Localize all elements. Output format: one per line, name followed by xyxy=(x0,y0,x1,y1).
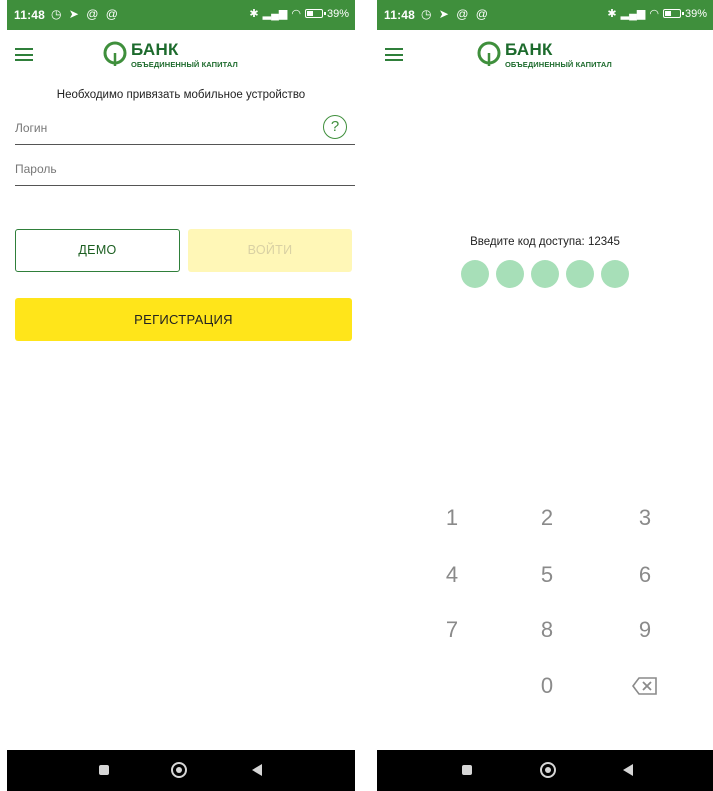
pin-indicator xyxy=(377,260,713,288)
wifi-icon: ◠ xyxy=(291,8,301,20)
pin-dot xyxy=(461,260,489,288)
battery-icon xyxy=(304,9,326,18)
battery-percent: 39% xyxy=(326,7,349,20)
circle-icon[interactable] xyxy=(540,762,556,778)
login-input[interactable] xyxy=(15,121,295,135)
bank-logo: БАНК ОБЪЕДИНЕННЫЙ КАПИТАЛ xyxy=(103,38,273,74)
app-header: БАНК ОБЪЕДИНЕННЫЙ КАПИТАЛ xyxy=(7,30,355,78)
backspace-icon xyxy=(632,677,657,695)
key-8[interactable]: 8 xyxy=(517,617,577,643)
square-icon[interactable] xyxy=(462,765,472,775)
demo-button[interactable]: ДЕМО xyxy=(15,229,180,272)
key-3[interactable]: 3 xyxy=(615,505,675,531)
navigation-bar xyxy=(7,750,355,791)
backspace-key[interactable] xyxy=(615,675,675,701)
triangle-icon[interactable] xyxy=(252,764,262,776)
pin-dot xyxy=(496,260,524,288)
tree-logo-icon xyxy=(103,41,127,66)
bank-logo: БАНК ОБЪЕДИНЕННЫЙ КАПИТАЛ xyxy=(477,38,647,74)
bind-device-notice: Необходимо привязать мобильное устройств… xyxy=(56,89,306,101)
triangle-icon[interactable] xyxy=(623,764,633,776)
question-icon[interactable]: ? xyxy=(323,115,347,139)
key-1[interactable]: 1 xyxy=(422,505,482,531)
hamburger-icon[interactable] xyxy=(15,48,33,61)
brand-name: БАНК xyxy=(131,40,179,59)
status-time: 11:48 xyxy=(14,8,46,22)
key-5[interactable]: 5 xyxy=(517,562,577,588)
signal-icon: ▂▄▆ xyxy=(262,8,288,20)
signal-icon: ▂▄▆ xyxy=(620,8,646,20)
notification-icons: ◷ ➤ @ @ xyxy=(421,7,490,21)
password-input[interactable] xyxy=(15,162,295,176)
status-time: 11:48 xyxy=(384,8,416,22)
password-field[interactable] xyxy=(15,156,355,186)
battery-percent: 39% xyxy=(684,7,707,20)
access-code-prompt: Введите код доступа: 12345 xyxy=(470,236,620,248)
square-icon[interactable] xyxy=(99,765,109,775)
bluetooth-icon: ✱ xyxy=(607,8,617,20)
key-0[interactable]: 0 xyxy=(517,673,577,699)
battery-icon xyxy=(662,9,684,18)
pin-dot xyxy=(566,260,594,288)
app-header: БАНК ОБЪЕДИНЕННЫЙ КАПИТАЛ xyxy=(377,30,713,78)
pin-dot xyxy=(531,260,559,288)
bluetooth-icon: ✱ xyxy=(249,8,259,20)
key-6[interactable]: 6 xyxy=(615,562,675,588)
pin-screen: 11:48 ◷ ➤ @ @ ✱ ▂▄▆ ◠ 39% БАНК ОБЪЕДИНЕН… xyxy=(377,0,713,791)
wifi-icon: ◠ xyxy=(649,8,659,20)
key-9[interactable]: 9 xyxy=(615,617,675,643)
brand-subtitle: ОБЪЕДИНЕННЫЙ КАПИТАЛ xyxy=(505,60,612,69)
login-screen: 11:48 ◷ ➤ @ @ ✱ ▂▄▆ ◠ 39% БАНК ОБЪЕДИНЕН… xyxy=(7,0,355,791)
login-field[interactable]: ? xyxy=(15,115,355,145)
brand-name: БАНК xyxy=(505,40,553,59)
system-icons: ✱ ▂▄▆ ◠ 39% xyxy=(607,7,707,21)
notification-icons: ◷ ➤ @ @ xyxy=(51,7,120,21)
status-bar: 11:48 ◷ ➤ @ @ ✱ ▂▄▆ ◠ 39% xyxy=(377,0,713,30)
circle-icon[interactable] xyxy=(171,762,187,778)
key-2[interactable]: 2 xyxy=(517,505,577,531)
hamburger-icon[interactable] xyxy=(385,48,403,61)
brand-subtitle: ОБЪЕДИНЕННЫЙ КАПИТАЛ xyxy=(131,60,238,69)
system-icons: ✱ ▂▄▆ ◠ 39% xyxy=(249,7,349,21)
register-button[interactable]: РЕГИСТРАЦИЯ xyxy=(15,298,352,341)
key-4[interactable]: 4 xyxy=(422,562,482,588)
status-bar: 11:48 ◷ ➤ @ @ ✱ ▂▄▆ ◠ 39% xyxy=(7,0,355,30)
key-7[interactable]: 7 xyxy=(422,617,482,643)
tree-logo-icon xyxy=(477,41,501,66)
pin-dot xyxy=(601,260,629,288)
navigation-bar xyxy=(377,750,713,791)
login-button[interactable]: ВОЙТИ xyxy=(188,229,352,272)
